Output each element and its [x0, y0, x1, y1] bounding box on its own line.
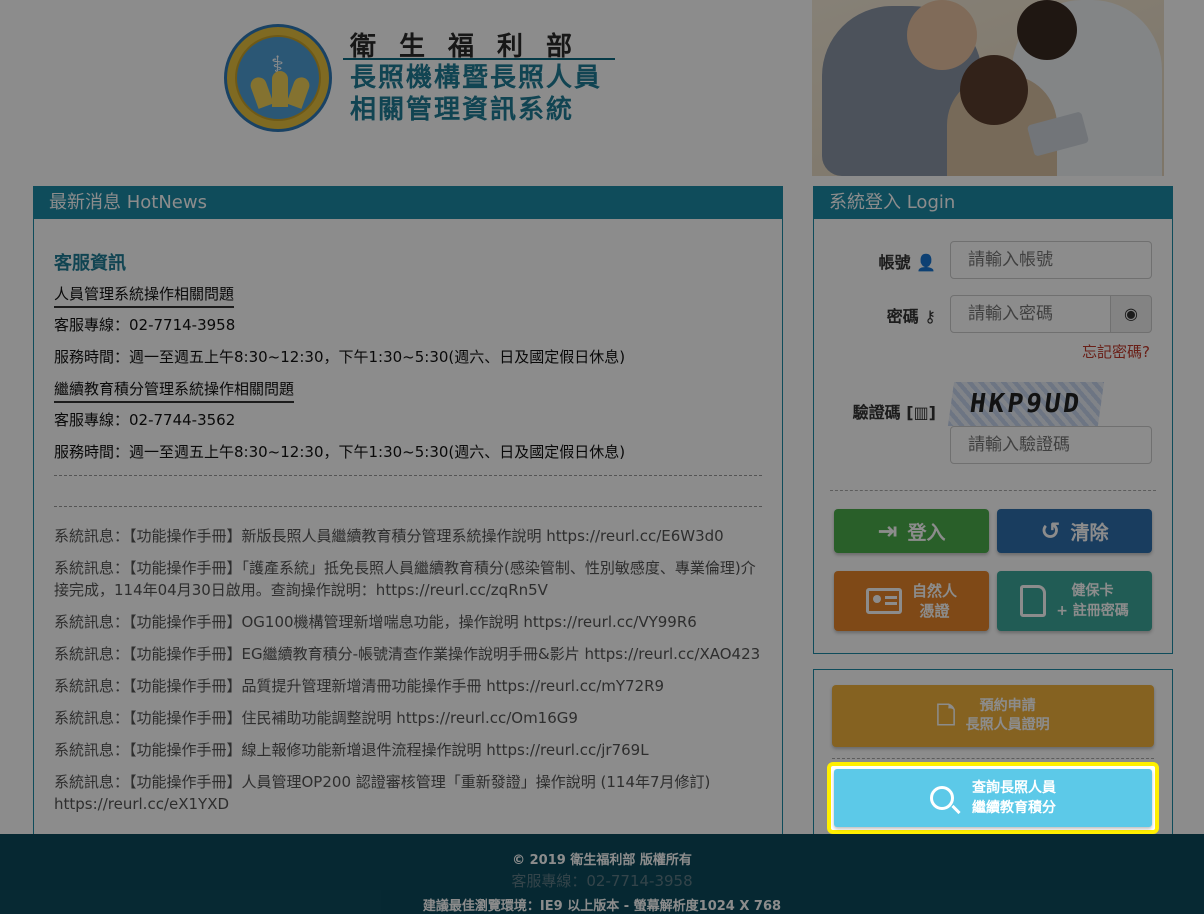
login-panel: 系統登入 Login 帳號 👤 密碼 ⚷ ◉ 忘記密碼? 驗證碼 [▥] HKP… [813, 186, 1173, 654]
title-divider [343, 58, 615, 60]
citizen-certificate-button[interactable]: 自然人 憑證 [834, 571, 989, 631]
system-title-line2: 相關管理資訊系統 [350, 95, 575, 125]
id-card-icon [865, 588, 902, 614]
clear-button[interactable]: ↺ 清除 [997, 509, 1152, 553]
news-panel: 最新消息 HotNews 客服資訊 人員管理系統操作相關問題 客服專線：02-7… [33, 186, 783, 846]
browser-note: 建議最佳瀏覽環境：IE9 以上版本 - 螢幕解析度1024 X 768 [422, 899, 782, 914]
divider [830, 490, 1156, 491]
eye-icon[interactable]: ◉ [1110, 295, 1152, 333]
undo-icon: ↺ [1040, 517, 1061, 545]
account-input[interactable] [950, 241, 1152, 279]
sign-in-icon: ⇥ [877, 517, 898, 545]
news-item[interactable]: 系統訊息：【功能操作手冊】人員管理OP200 認證審核管理「重新發證」操作說明 … [54, 771, 762, 815]
news-item[interactable]: 系統訊息：【功能操作手冊】「護產系統」抵免長照人員繼續教育積分(感染管制、性別敏… [54, 557, 762, 601]
login-button[interactable]: ⇥ 登入 [834, 509, 989, 553]
news-heading: 最新消息 HotNews [34, 187, 782, 219]
health-card-button[interactable]: 健保卡 + 註冊密碼 [997, 571, 1152, 631]
query-credits-button[interactable]: 查詢長照人員 繼續教育積分 [834, 769, 1152, 827]
news-item[interactable]: 系統訊息：【功能操作手冊】新版長照人員繼續教育積分管理系統操作說明 https:… [54, 525, 762, 547]
customer-service-title: 客服資訊 [54, 253, 126, 274]
service-hours: 服務時間：週一至週五上午8:30~12:30，下午1:30~5:30(週六、日及… [54, 443, 626, 461]
password-row: 密碼 ⚷ ◉ [814, 295, 1174, 335]
user-icon: 👤 [916, 253, 936, 272]
news-item[interactable]: 系統訊息：【功能操作手冊】品質提升管理新增清冊功能操作手冊 https://re… [54, 675, 762, 697]
sim-card-icon [1020, 585, 1047, 617]
system-title-line1: 長照機構暨長照人員 [350, 63, 603, 93]
footer-hotline: 客服專線：02-7714-3958 [511, 872, 693, 890]
apply-certificate-button[interactable]: 🗋 預約申請 長照人員證明 [832, 685, 1154, 747]
divider [54, 475, 762, 476]
news-item[interactable]: 系統訊息：【功能操作手冊】線上報修功能新增退件流程操作說明 https://re… [54, 739, 762, 761]
search-icon [930, 786, 954, 810]
divider [54, 506, 762, 507]
service-hours: 服務時間：週一至週五上午8:30~12:30，下午1:30~5:30(週六、日及… [54, 348, 626, 366]
captcha-row [814, 426, 1174, 466]
system-title: 長照機構暨長照人員 相關管理資訊系統 [350, 62, 615, 126]
header-photo [812, 0, 1164, 176]
doc-search-icon: 🗋 [936, 701, 956, 730]
password-input[interactable] [950, 295, 1112, 333]
query-highlight: 查詢長照人員 繼續教育積分 [827, 762, 1159, 834]
captcha-input[interactable] [950, 426, 1152, 464]
divider [832, 758, 1154, 759]
key-icon: ⚷ [924, 307, 936, 326]
news-item[interactable]: 系統訊息：【功能操作手冊】OG100機構管理新增喘息功能，操作說明 https:… [54, 611, 762, 633]
news-item[interactable]: 系統訊息：【功能操作手冊】EG繼續教育積分-帳號清查作業操作說明手冊&影片 ht… [54, 643, 762, 665]
service-phone: 客服專線：02-7714-3958 [54, 316, 236, 334]
section-title: 人員管理系統操作相關問題 [54, 283, 235, 308]
forgot-password-link[interactable]: 忘記密碼? [1082, 341, 1150, 362]
query-highlight-frame: 查詢長照人員 繼續教育積分 [827, 762, 1159, 834]
service-phone: 客服專線：02-7744-3562 [54, 411, 236, 429]
ministry-logo: ⚕ [224, 24, 332, 132]
section-title: 繼續教育積分管理系統操作相關問題 [54, 378, 295, 403]
password-label: 密碼 ⚷ [886, 307, 936, 326]
barcode-icon: [▥] [906, 403, 936, 422]
site-header: ⚕ 衛生福利部 長照機構暨長照人員 相關管理資訊系統 [0, 0, 1204, 178]
captcha-label: 驗證碼 [▥] [852, 403, 936, 422]
account-row: 帳號 👤 [814, 241, 1174, 281]
site-footer: © 2019 衛生福利部 版權所有 客服專線：02-7714-3958 建議最佳… [0, 834, 1204, 914]
captcha-image: HKP9UD [947, 382, 1105, 426]
copyright: © 2019 衛生福利部 版權所有 [512, 853, 692, 868]
news-item[interactable]: 系統訊息：【功能操作手冊】住民補助功能調整說明 https://reurl.cc… [54, 707, 762, 729]
account-label: 帳號 👤 [878, 253, 936, 272]
login-heading: 系統登入 Login [814, 187, 1172, 219]
